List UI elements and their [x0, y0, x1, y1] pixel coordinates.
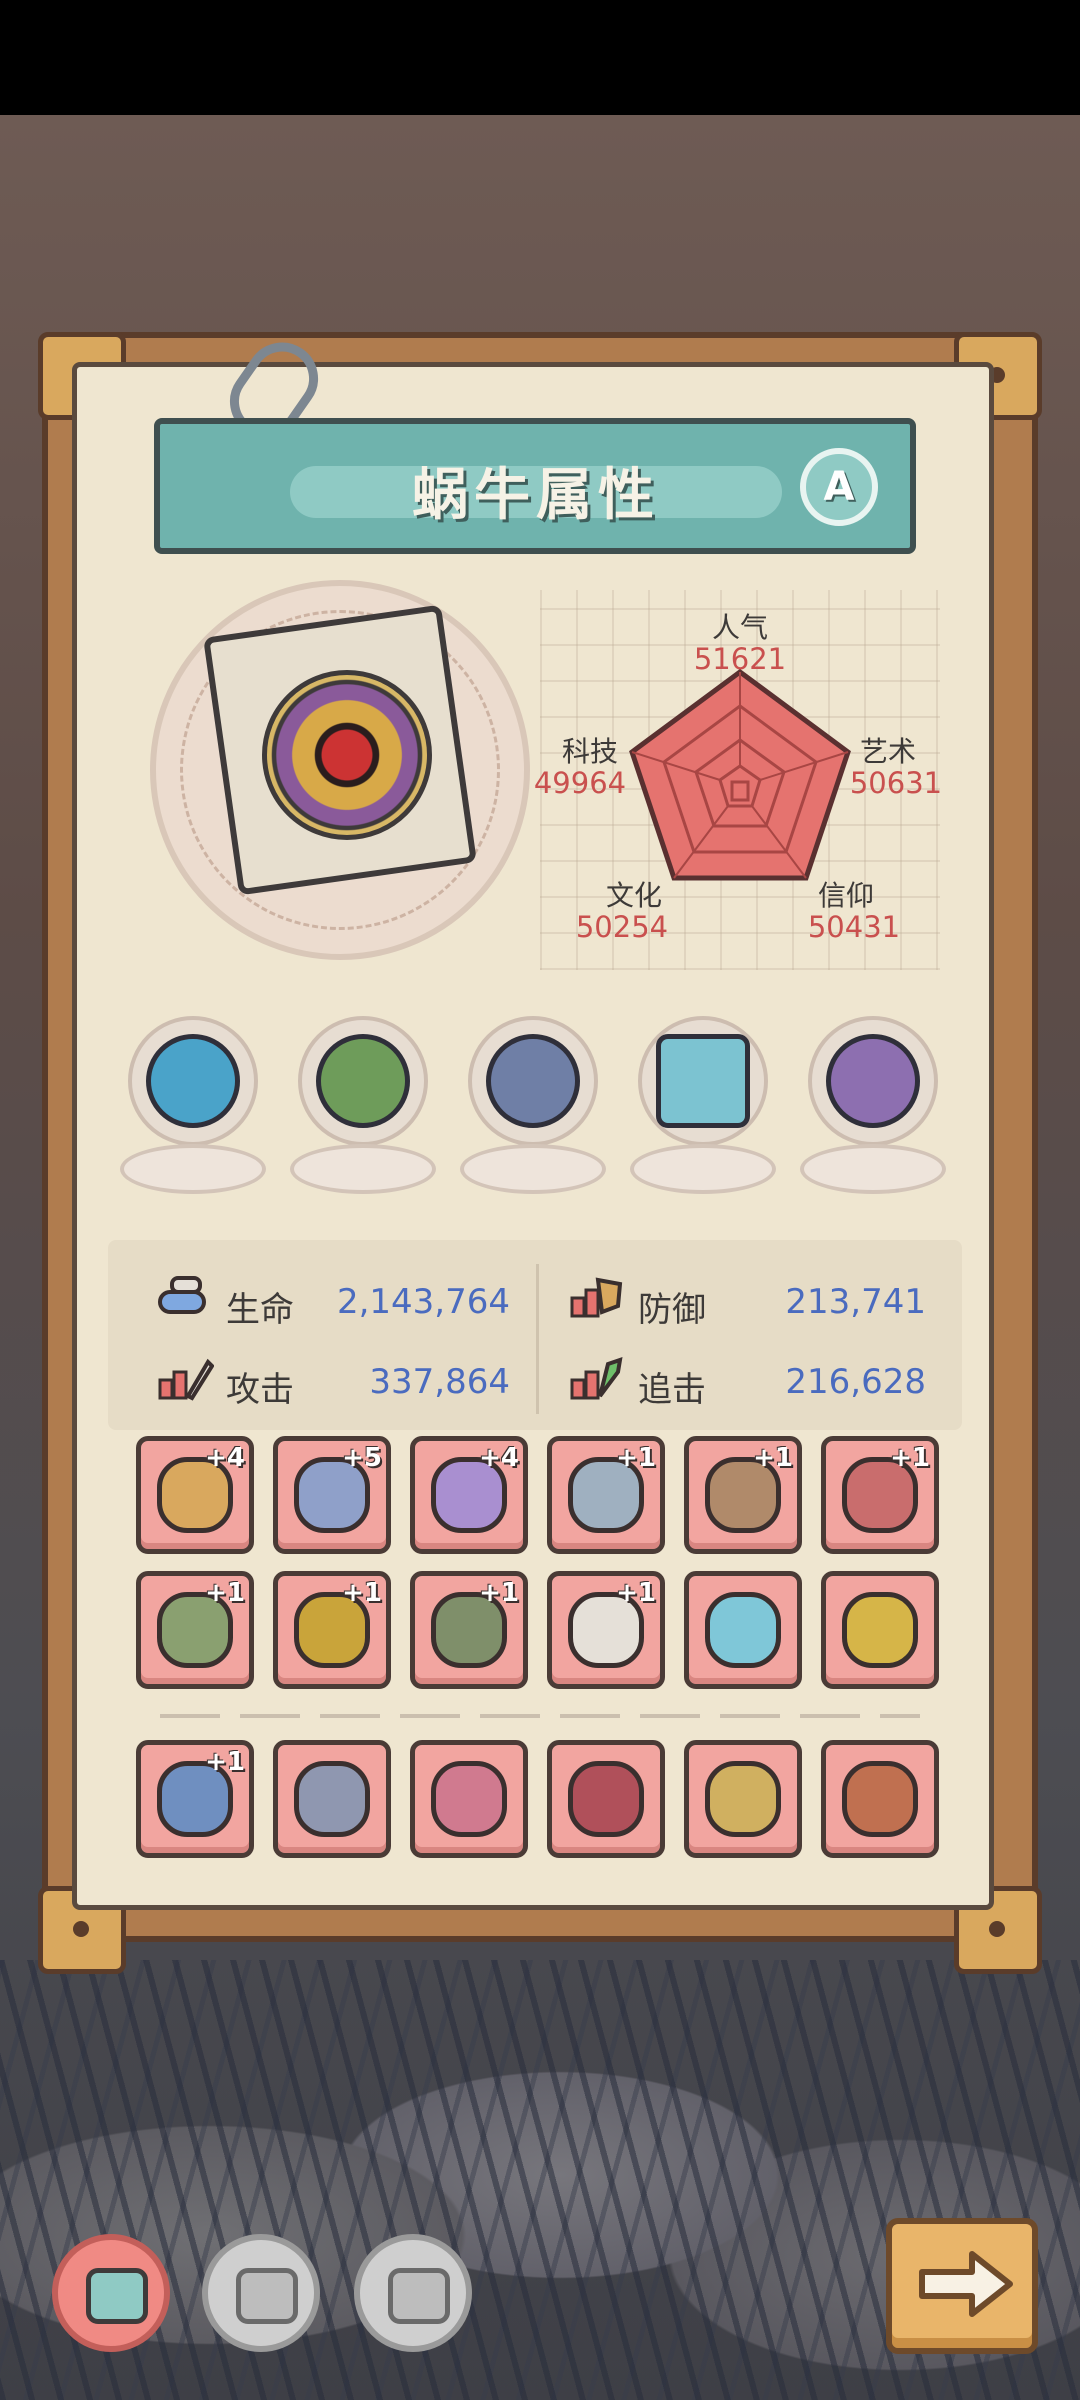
- nav-robot-button[interactable]: [202, 2234, 320, 2352]
- relic-slot-3[interactable]: [460, 1016, 606, 1202]
- equipment-slot[interactable]: [410, 1740, 528, 1858]
- relic-pedestal: [460, 1144, 606, 1194]
- relic-slot-1[interactable]: [120, 1016, 266, 1202]
- equipment-slot[interactable]: +4: [136, 1436, 254, 1554]
- relic-pedestal: [120, 1144, 266, 1194]
- page-title: 蜗牛属性: [412, 463, 660, 528]
- rank-badge[interactable]: A: [800, 448, 878, 526]
- equipment-slot[interactable]: [547, 1740, 665, 1858]
- stat-label-art: 艺术: [859, 735, 916, 768]
- attr-value-defense: 213,741: [785, 1282, 926, 1322]
- blue-serpent-icon: [146, 1034, 240, 1128]
- stat-value-culture: 50254: [575, 910, 669, 944]
- equipment-level-badge: +4: [479, 1443, 519, 1473]
- flower-shield-icon: [431, 1761, 507, 1837]
- attr-label-pursuit: 追击: [638, 1370, 706, 1410]
- attr-value-health: 2,143,764: [336, 1282, 510, 1322]
- equipment-slot[interactable]: [821, 1571, 939, 1689]
- equipment-slot[interactable]: +1: [136, 1571, 254, 1689]
- attr-value-attack: 337,864: [369, 1362, 510, 1402]
- attr-label-attack: 攻击: [226, 1370, 294, 1410]
- relic-slot-4[interactable]: [630, 1016, 776, 1202]
- equipment-slot[interactable]: +1: [273, 1571, 391, 1689]
- amulet-icon: [842, 1592, 918, 1668]
- stat-label-faith: 信仰: [817, 879, 874, 912]
- relic-pedestal: [800, 1144, 946, 1194]
- radar-chart: [629, 668, 851, 881]
- equipment-slot[interactable]: +5: [273, 1436, 391, 1554]
- stat-value-technology: 49964: [533, 766, 627, 800]
- attribute-divider: [536, 1264, 539, 1414]
- equipment-level-badge: +1: [342, 1578, 382, 1608]
- equipment-slot[interactable]: [684, 1740, 802, 1858]
- brain-icon: [388, 2268, 450, 2324]
- stat-label-popularity: 人气: [711, 611, 768, 644]
- equipment-level-badge: +1: [479, 1578, 519, 1608]
- relic-pedestal: [290, 1144, 436, 1194]
- relic-pedestal: [630, 1144, 776, 1194]
- arrow-right-icon: [919, 2251, 1013, 2317]
- equipment-level-badge: +1: [616, 1578, 656, 1608]
- next-button[interactable]: [886, 2218, 1038, 2354]
- equipment-slot[interactable]: [684, 1571, 802, 1689]
- equipment-level-badge: +1: [753, 1443, 793, 1473]
- eye-tablet-icon: [656, 1034, 750, 1128]
- stat-value-popularity: 51621: [693, 642, 787, 676]
- equipment-slot[interactable]: +1: [136, 1740, 254, 1858]
- robot-face-icon: [236, 2268, 298, 2324]
- equipment-level-badge: +1: [616, 1443, 656, 1473]
- spear-icon: [842, 1761, 918, 1837]
- equipment-slot[interactable]: +4: [410, 1436, 528, 1554]
- attr-value-pursuit: 216,628: [785, 1362, 926, 1402]
- health-pill-icon: [158, 1276, 206, 1314]
- pursuit-icon: [570, 1357, 623, 1400]
- compass-icon: [486, 1034, 580, 1128]
- snail-shell-icon: [262, 670, 432, 840]
- equipment-slot[interactable]: [821, 1740, 939, 1858]
- status-bar: [0, 0, 1080, 115]
- blade-icon: [705, 1592, 781, 1668]
- equipment-slot[interactable]: [273, 1740, 391, 1858]
- equipment-slot[interactable]: +1: [547, 1436, 665, 1554]
- attack-icon: [158, 1358, 214, 1401]
- axe-icon: [294, 1761, 370, 1837]
- armor-icon: [568, 1761, 644, 1837]
- equipment-slot[interactable]: +1: [821, 1436, 939, 1554]
- equipment-divider: [160, 1714, 920, 1718]
- equipment-level-badge: +1: [890, 1443, 930, 1473]
- attr-label-health: 生命: [226, 1290, 294, 1330]
- tree-bowl-icon: [316, 1034, 410, 1128]
- chest-icon: [705, 1761, 781, 1837]
- equipment-slot[interactable]: +1: [410, 1571, 528, 1689]
- gem-plate-icon: [826, 1034, 920, 1128]
- nav-snail-button[interactable]: [52, 2234, 170, 2352]
- nav-brain-button[interactable]: [354, 2234, 472, 2352]
- relic-slot-5[interactable]: [800, 1016, 946, 1202]
- equipment-level-badge: +5: [342, 1443, 382, 1473]
- snail-face-icon: [86, 2268, 148, 2324]
- stat-label-culture: 文化: [605, 879, 662, 912]
- equipment-level-badge: +1: [205, 1578, 245, 1608]
- equipment-slot[interactable]: +1: [684, 1436, 802, 1554]
- stat-value-faith: 50431: [807, 910, 901, 944]
- equipment-level-badge: +1: [205, 1747, 245, 1777]
- defense-icon: [570, 1277, 623, 1318]
- equipment-level-badge: +4: [205, 1443, 245, 1473]
- stat-label-technology: 科技: [561, 735, 618, 768]
- relic-slot-2[interactable]: [290, 1016, 436, 1202]
- stat-value-art: 50631: [849, 766, 943, 800]
- attr-label-defense: 防御: [638, 1290, 706, 1330]
- equipment-slot[interactable]: +1: [547, 1571, 665, 1689]
